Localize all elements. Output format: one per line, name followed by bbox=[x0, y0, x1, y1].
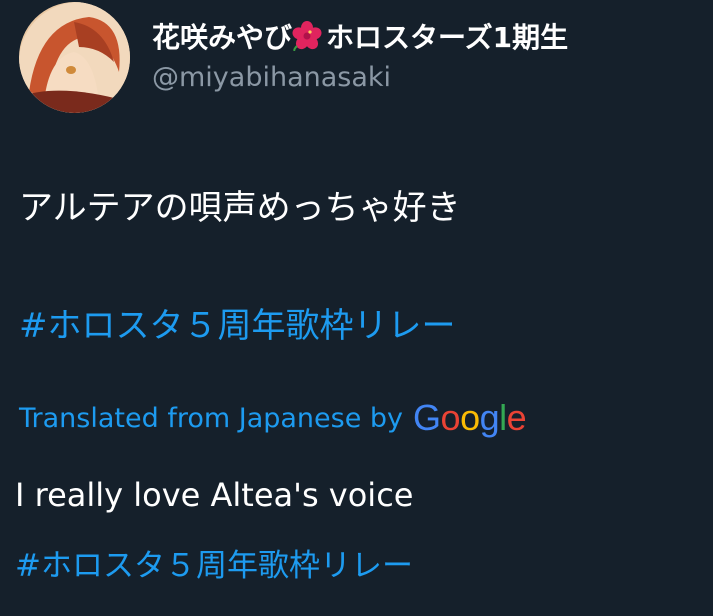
google-logo: Google bbox=[413, 397, 527, 438]
translated-text: I really love Altea's voice bbox=[15, 476, 414, 514]
author-handle[interactable]: @miyabihanasaki bbox=[152, 62, 391, 93]
avatar[interactable] bbox=[19, 2, 130, 113]
hibiscus-icon bbox=[292, 21, 322, 51]
translation-label: Translated from Japanese by bbox=[19, 402, 404, 434]
author-display-name[interactable]: 花咲みやび ホロスターズ1期生 bbox=[152, 14, 568, 58]
translation-attribution[interactable]: Translated from Japanese by Google bbox=[19, 396, 527, 440]
translated-hashtag-link[interactable]: #ホロスタ５周年歌枠リレー bbox=[15, 540, 413, 585]
tweet-hashtag-link[interactable]: #ホロスタ５周年歌枠リレー bbox=[19, 298, 456, 347]
avatar-image bbox=[19, 2, 130, 113]
display-name-suffix: ホロスターズ1期生 bbox=[326, 21, 569, 54]
display-name-text: 花咲みやび bbox=[152, 21, 293, 54]
tweet-text: アルテアの唄声めっちゃ好き bbox=[19, 188, 461, 228]
